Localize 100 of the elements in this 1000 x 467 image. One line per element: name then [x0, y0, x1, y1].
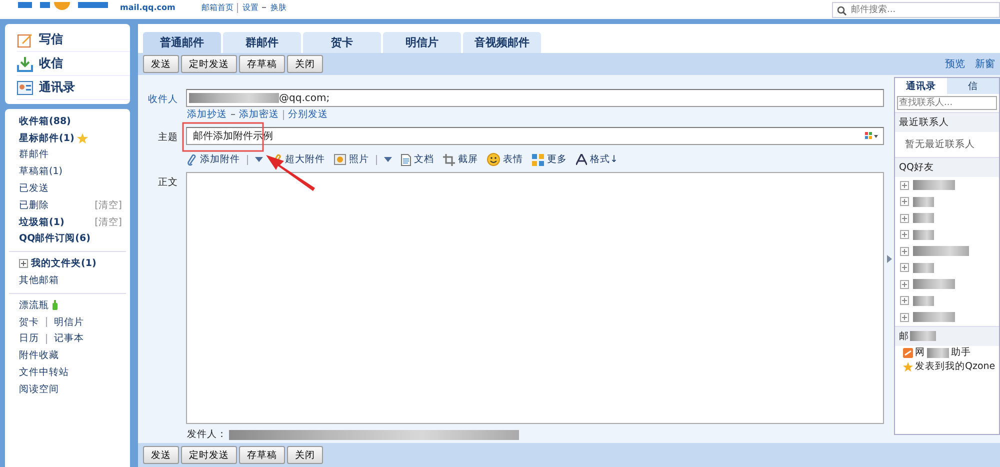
- dropdown-caret-icon[interactable]: [384, 157, 392, 162]
- sidebar-action[interactable]: 收信: [17, 52, 130, 76]
- search-field[interactable]: 邮件搜索...: [832, 2, 1000, 18]
- folder-link[interactable]: 漂流瓶: [19, 298, 49, 312]
- subject-field[interactable]: 邮件添加附件示例: [186, 127, 884, 145]
- stationery-icon[interactable]: [865, 132, 879, 140]
- folder-link[interactable]: 记事本: [54, 332, 84, 346]
- toolbar-button[interactable]: 定时发送: [181, 55, 237, 73]
- attach-tool[interactable]: 更多: [532, 153, 567, 166]
- folder-link[interactable]: 已删除: [19, 198, 49, 212]
- folder-link[interactable]: 我的文件夹(1): [31, 257, 96, 270]
- toolbar-button[interactable]: 发送: [143, 446, 179, 464]
- folder-link[interactable]: 群邮件: [19, 148, 49, 162]
- expand-icon[interactable]: [900, 230, 909, 240]
- star-icon: [903, 362, 913, 372]
- redacted-text: [913, 230, 934, 240]
- sidebar-action[interactable]: 写信: [17, 28, 130, 52]
- folder-link[interactable]: QQ邮件订阅(6): [19, 232, 90, 246]
- folder-link[interactable]: 草稿箱(1): [19, 165, 62, 178]
- toolbar-button[interactable]: 定时发送: [181, 446, 237, 464]
- folder-link[interactable]: 已发送: [19, 182, 49, 196]
- header-link[interactable]: 换肤: [270, 2, 286, 13]
- redacted-text: [913, 213, 934, 224]
- contacts-tab[interactable]: 通讯录: [895, 78, 947, 94]
- redacted-text: [927, 348, 949, 358]
- folder-link[interactable]: 阅读空间: [19, 382, 59, 396]
- attach-tool[interactable]: 截屏: [443, 153, 478, 166]
- sidebar-action[interactable]: 通讯录: [17, 76, 130, 100]
- expand-icon[interactable]: [900, 312, 909, 322]
- expand-icon[interactable]: [900, 280, 909, 289]
- toolbar-button[interactable]: 存草稿: [239, 446, 285, 464]
- folder-link[interactable]: 附件收藏: [19, 349, 59, 362]
- toolbar-button[interactable]: 存草稿: [239, 55, 285, 73]
- redacted-text: [913, 246, 969, 256]
- expand-icon[interactable]: [900, 214, 909, 223]
- paperclip-icon: [187, 154, 197, 166]
- recipient-field[interactable]: @qq.com;: [186, 89, 884, 107]
- toolbar-button[interactable]: 发送: [143, 55, 179, 73]
- app-link[interactable]: 发表到我的Qzone: [915, 360, 996, 373]
- section-header: QQ好友: [895, 157, 999, 177]
- attach-tool[interactable]: 添加附件: [187, 153, 263, 166]
- expand-icon[interactable]: [19, 259, 28, 268]
- clear-link[interactable]: [清空]: [94, 216, 122, 229]
- app-link[interactable]: 网: [915, 346, 925, 359]
- redacted-text: [913, 262, 934, 273]
- add-cc-link[interactable]: 添加抄送: [187, 108, 227, 121]
- grid-icon: [532, 154, 544, 166]
- app-link[interactable]: 助手: [951, 346, 971, 359]
- clear-link[interactable]: [清空]: [94, 198, 122, 212]
- compose-tab[interactable]: 普通邮件: [143, 32, 221, 53]
- header-link[interactable]: 邮箱首页: [201, 2, 234, 13]
- contact-search-field[interactable]: 查找联系人...: [897, 96, 997, 110]
- section-header: 邮: [899, 330, 909, 342]
- redacted-text: [913, 196, 934, 207]
- subject-label: 主题: [157, 131, 178, 144]
- redacted-text: [913, 296, 934, 306]
- sender-label: 发件人：: [187, 428, 227, 441]
- domain-text: mail.qq.com: [120, 2, 176, 13]
- compose-tab[interactable]: 明信片: [383, 32, 461, 53]
- expand-icon[interactable]: [900, 197, 909, 206]
- attach-tool[interactable]: 格式↓: [576, 153, 618, 166]
- attach-tool[interactable]: 文档: [401, 153, 434, 166]
- compose-tab[interactable]: 群邮件: [223, 32, 301, 53]
- separate-send-link[interactable]: 分别发送: [288, 108, 328, 121]
- expand-icon[interactable]: [900, 296, 909, 306]
- star-icon: [77, 132, 88, 144]
- folder-link[interactable]: 日历: [19, 332, 39, 346]
- toolbar-link[interactable]: 新窗: [975, 57, 995, 71]
- expand-icon[interactable]: [900, 246, 909, 256]
- toolbar-link[interactable]: 预览: [945, 57, 965, 71]
- pencil-icon: [17, 32, 33, 48]
- header-link[interactable]: 设置: [242, 2, 258, 13]
- contacts-tab[interactable]: 信: [947, 78, 999, 94]
- toolbar-button[interactable]: 关闭: [287, 446, 323, 464]
- dropdown-caret-icon[interactable]: [255, 157, 263, 162]
- folder-link[interactable]: 贺卡: [19, 316, 39, 329]
- compose-tab[interactable]: 贺卡: [303, 32, 381, 53]
- add-bcc-link[interactable]: 添加密送: [239, 108, 279, 121]
- expand-icon[interactable]: [900, 263, 909, 272]
- attach-tool[interactable]: 照片: [334, 153, 392, 166]
- toolbar-button[interactable]: 关闭: [287, 55, 323, 73]
- photo-icon: [334, 154, 346, 165]
- folder-link[interactable]: 垃圾箱(1): [19, 216, 64, 229]
- attach-tool[interactable]: 表情: [487, 153, 523, 166]
- folder-link[interactable]: 收件箱(88): [19, 114, 71, 128]
- empty-message: 暂无最近联系人: [904, 138, 976, 152]
- compose-tab[interactable]: 音视频邮件: [463, 32, 541, 53]
- redacted-text: [910, 331, 936, 341]
- bottle-icon: [52, 300, 58, 310]
- document-icon: [401, 154, 411, 166]
- folder-link[interactable]: 星标邮件(1): [19, 132, 74, 145]
- collapse-arrow-icon[interactable]: [886, 255, 892, 263]
- font-icon: [576, 154, 587, 165]
- screenshot-icon: [443, 154, 455, 166]
- expand-icon[interactable]: [900, 180, 909, 190]
- redacted-text: [913, 279, 955, 290]
- folder-link[interactable]: 文件中转站: [19, 366, 69, 380]
- folder-link[interactable]: 其他邮箱: [19, 274, 59, 288]
- recipient-label[interactable]: 收件人: [138, 89, 178, 106]
- folder-link[interactable]: 明信片: [54, 316, 84, 329]
